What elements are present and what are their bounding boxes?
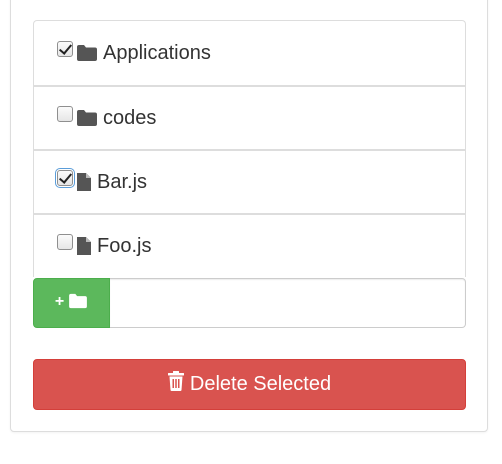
list-item-bar-js[interactable]: Bar.js: [33, 149, 466, 213]
codes-checkbox[interactable]: [57, 106, 73, 122]
foo-js-checkbox[interactable]: [57, 234, 73, 250]
trash-icon: [167, 370, 184, 397]
file-list: Applications codes Bar.js Foo.js: [33, 20, 466, 277]
delete-selected-label: Delete Selected: [189, 373, 332, 395]
list-item-codes[interactable]: codes: [33, 85, 466, 149]
folder-icon: [68, 293, 88, 314]
applications-checkbox[interactable]: [57, 41, 73, 57]
add-folder-row: +: [33, 278, 466, 328]
bar-js-checkbox[interactable]: [55, 168, 75, 188]
bar-js-label: Bar.js: [97, 171, 148, 193]
list-item-applications[interactable]: Applications: [33, 20, 466, 85]
folder-icon: [76, 109, 98, 127]
folder-name-input[interactable]: [110, 278, 466, 328]
file-icon: [76, 172, 92, 192]
file-icon: [76, 236, 92, 256]
folder-icon: [76, 44, 98, 62]
codes-label: codes: [103, 107, 157, 129]
plus-icon: +: [54, 293, 65, 310]
add-folder-button[interactable]: +: [33, 278, 110, 328]
foo-js-label: Foo.js: [97, 235, 152, 257]
delete-selected-button[interactable]: Delete Selected: [33, 359, 466, 410]
applications-label: Applications: [103, 42, 211, 64]
list-item-foo-js[interactable]: Foo.js: [33, 213, 466, 277]
